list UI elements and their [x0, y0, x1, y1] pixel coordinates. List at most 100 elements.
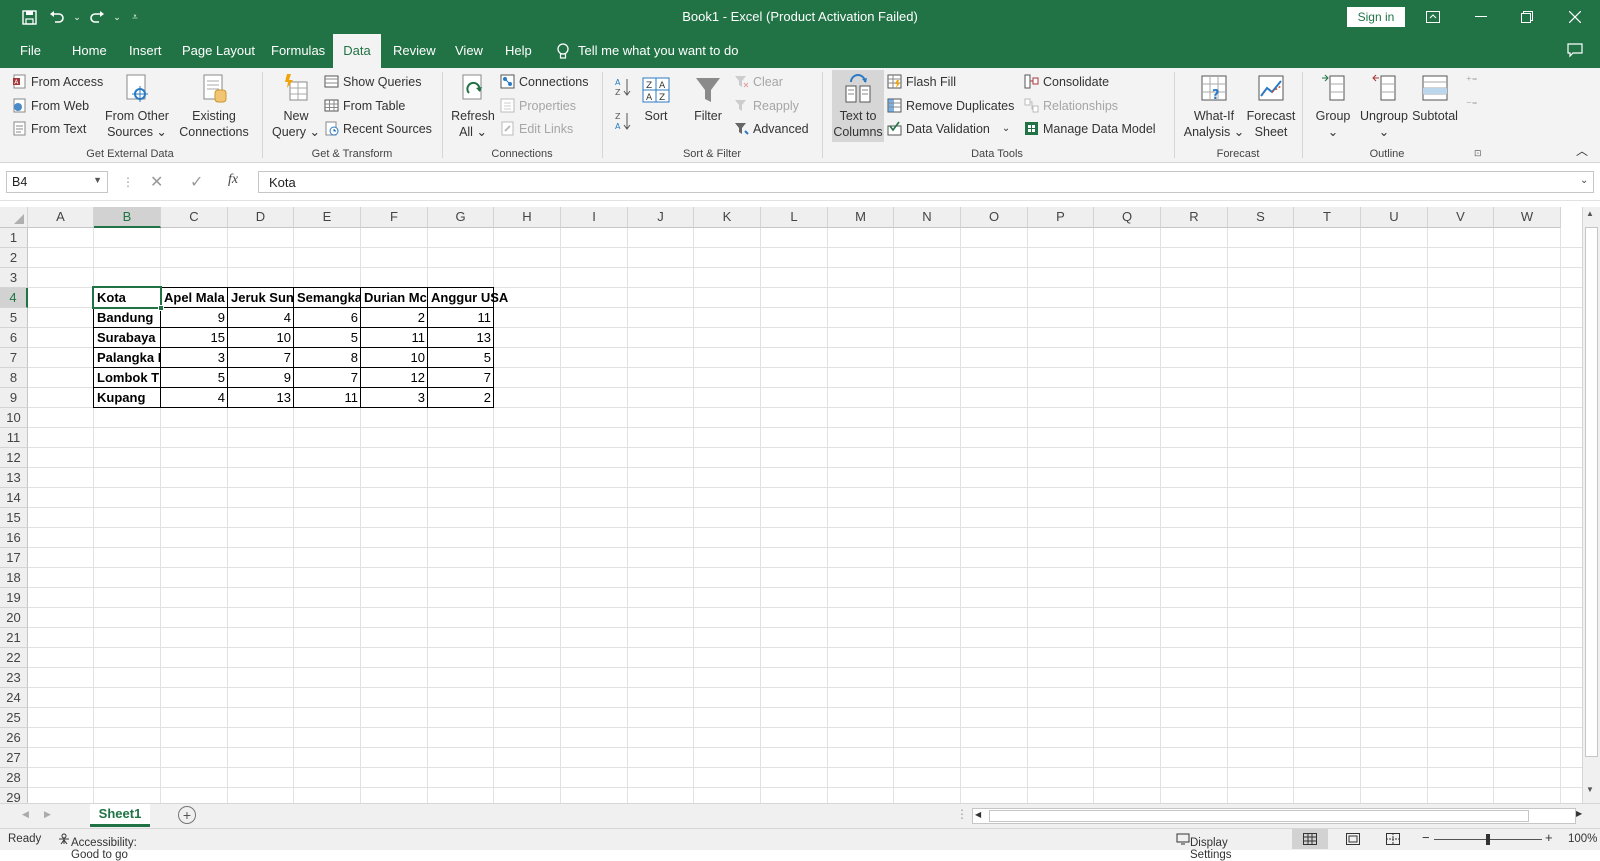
data-cell[interactable]: 11: [428, 308, 494, 328]
page-break-view-icon[interactable]: [1386, 833, 1400, 848]
row-label-cell[interactable]: Bandung: [94, 308, 161, 328]
display-settings-button[interactable]: Display Settings: [1176, 833, 1232, 861]
reapply-button[interactable]: Reapply: [734, 98, 799, 113]
subtotal-button[interactable]: Subtotal: [1408, 72, 1462, 124]
row-label-cell[interactable]: Surabaya: [94, 328, 161, 348]
flash-fill-button[interactable]: Flash Fill: [887, 74, 956, 89]
data-cell[interactable]: 7: [428, 368, 494, 388]
show-queries-button[interactable]: Show Queries: [324, 74, 422, 89]
expand-formula-bar-icon[interactable]: ⌄: [1580, 175, 1588, 186]
row-header-17[interactable]: 17: [0, 548, 28, 568]
horizontal-scrollbar[interactable]: ◀: [972, 808, 1576, 824]
tab-page-layout[interactable]: Page Layout: [174, 34, 263, 68]
column-header-i[interactable]: I: [561, 207, 628, 228]
restore-icon[interactable]: [1504, 0, 1550, 34]
ungroup-button[interactable]: Ungroup ⌄: [1356, 72, 1412, 140]
tab-view[interactable]: View: [447, 34, 491, 68]
data-validation-button[interactable]: Data Validation ⌄: [887, 121, 1010, 136]
scroll-up-icon[interactable]: ▲: [1586, 209, 1594, 218]
row-header-21[interactable]: 21: [0, 628, 28, 648]
column-header-q[interactable]: Q: [1094, 207, 1161, 228]
tab-review[interactable]: Review: [385, 34, 444, 68]
column-header-a[interactable]: A: [28, 207, 94, 228]
sort-descending-icon[interactable]: ZA: [614, 110, 632, 135]
scroll-right-icon[interactable]: ▶: [1576, 809, 1582, 818]
from-web-button[interactable]: From Web: [12, 98, 89, 113]
row-header-23[interactable]: 23: [0, 668, 28, 688]
column-header-j[interactable]: J: [628, 207, 694, 228]
select-all-corner[interactable]: [0, 207, 28, 228]
column-header-b[interactable]: B: [94, 207, 161, 228]
row-header-16[interactable]: 16: [0, 528, 28, 548]
column-header-p[interactable]: P: [1028, 207, 1094, 228]
next-sheet-icon[interactable]: ▶: [44, 809, 51, 820]
row-header-13[interactable]: 13: [0, 468, 28, 488]
row-header-22[interactable]: 22: [0, 648, 28, 668]
filter-button[interactable]: Filter: [688, 72, 728, 124]
sort-button[interactable]: ZAAZ Sort: [636, 72, 676, 124]
forecast-sheet-button[interactable]: Forecast Sheet: [1244, 72, 1298, 140]
row-header-15[interactable]: 15: [0, 508, 28, 528]
row-header-4[interactable]: 4: [0, 288, 28, 308]
data-cell[interactable]: 11: [294, 388, 361, 408]
worksheet-grid[interactable]: A B C D E F G H I J K L M N O P Q R S T U V W 1 2 3 4 5 6 7 8 9 10 11 12 13…: [0, 207, 1582, 803]
data-cell[interactable]: 3: [161, 348, 228, 368]
row-header-11[interactable]: 11: [0, 428, 28, 448]
row-label-cell[interactable]: Lombok T: [94, 368, 161, 388]
row-header-29[interactable]: 29: [0, 788, 28, 803]
data-cell[interactable]: 12: [361, 368, 428, 388]
column-header-t[interactable]: T: [1294, 207, 1361, 228]
vertical-scroll-thumb[interactable]: [1585, 227, 1598, 757]
tab-formulas[interactable]: Formulas: [263, 34, 333, 68]
row-header-14[interactable]: 14: [0, 488, 28, 508]
data-cell[interactable]: 7: [228, 348, 294, 368]
column-header-c[interactable]: C: [161, 207, 228, 228]
manage-data-model-button[interactable]: Manage Data Model: [1024, 121, 1156, 136]
existing-connections-button[interactable]: Existing Connections: [178, 72, 250, 140]
row-header-24[interactable]: 24: [0, 688, 28, 708]
redo-icon[interactable]: [86, 7, 108, 27]
column-header-h[interactable]: H: [494, 207, 561, 228]
tab-insert[interactable]: Insert: [121, 34, 170, 68]
row-header-12[interactable]: 12: [0, 448, 28, 468]
zoom-slider-thumb[interactable]: [1486, 834, 1490, 845]
hide-detail-icon[interactable]: ⁻⁼: [1466, 98, 1478, 111]
data-cell[interactable]: 10: [361, 348, 428, 368]
column-header-r[interactable]: R: [1161, 207, 1228, 228]
close-icon[interactable]: [1552, 0, 1598, 34]
data-cell[interactable]: 9: [161, 308, 228, 328]
column-header-k[interactable]: K: [694, 207, 761, 228]
row-header-9[interactable]: 9: [0, 388, 28, 408]
accessibility-checker[interactable]: Accessibility: Good to go: [58, 833, 137, 861]
column-header-e[interactable]: E: [294, 207, 361, 228]
cancel-entry-icon[interactable]: ✕: [150, 172, 163, 192]
undo-icon[interactable]: [46, 7, 68, 27]
tab-help[interactable]: Help: [497, 34, 540, 68]
row-header-10[interactable]: 10: [0, 408, 28, 428]
tell-me-search[interactable]: Tell me what you want to do: [556, 34, 738, 68]
zoom-in-icon[interactable]: +: [1545, 830, 1553, 845]
row-label-cell[interactable]: Kupang: [94, 388, 161, 408]
row-header-26[interactable]: 26: [0, 728, 28, 748]
data-cell[interactable]: 9: [228, 368, 294, 388]
from-other-sources-button[interactable]: From Other Sources ⌄: [104, 72, 170, 140]
from-text-button[interactable]: From Text: [12, 121, 86, 136]
new-query-button[interactable]: New Query ⌄: [268, 72, 324, 140]
row-header-8[interactable]: 8: [0, 368, 28, 388]
text-to-columns-button[interactable]: Text to Columns: [832, 70, 884, 142]
row-header-27[interactable]: 27: [0, 748, 28, 768]
data-cell[interactable]: 13: [428, 328, 494, 348]
relationships-button[interactable]: Relationships: [1024, 98, 1118, 113]
row-header-28[interactable]: 28: [0, 768, 28, 788]
from-table-button[interactable]: From Table: [324, 98, 405, 113]
outline-dialog-launcher-icon[interactable]: ⊡: [1474, 148, 1482, 159]
data-cell[interactable]: 7: [294, 368, 361, 388]
row-header-3[interactable]: 3: [0, 268, 28, 288]
show-detail-icon[interactable]: ⁺⁼: [1466, 74, 1478, 87]
new-sheet-button[interactable]: +: [178, 806, 196, 824]
column-header-u[interactable]: U: [1361, 207, 1428, 228]
data-cell[interactable]: 10: [228, 328, 294, 348]
row-header-5[interactable]: 5: [0, 308, 28, 328]
zoom-level[interactable]: 100%: [1568, 833, 1597, 845]
column-header-g[interactable]: G: [428, 207, 494, 228]
